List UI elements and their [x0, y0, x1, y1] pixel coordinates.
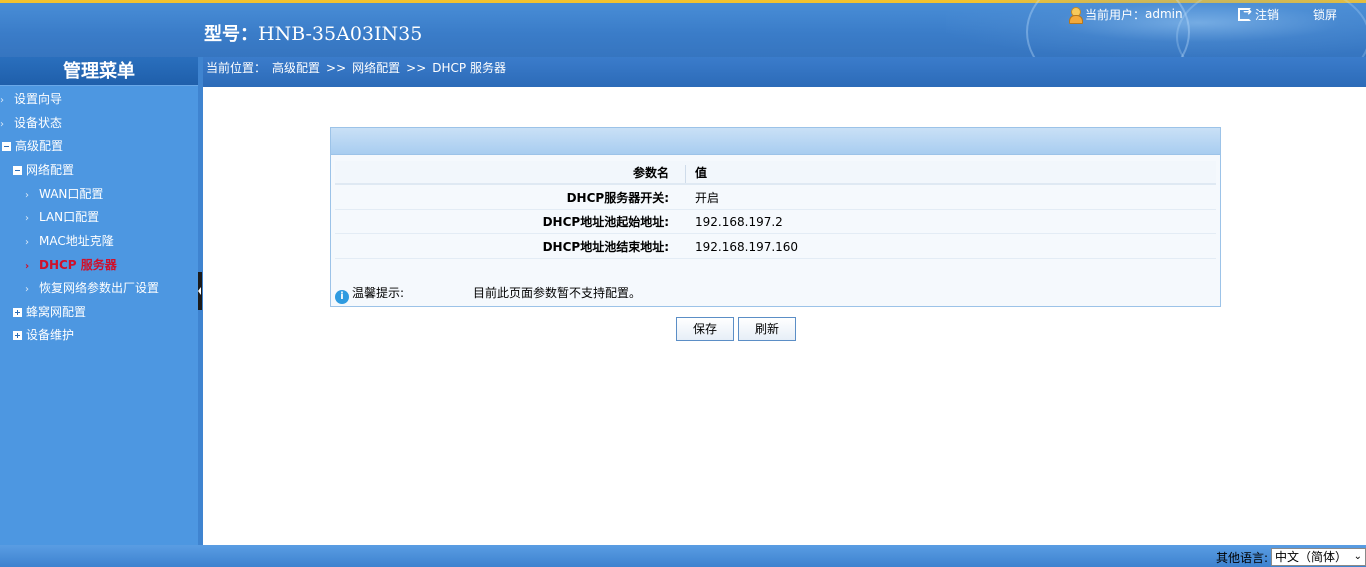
model-label: 型号： — [204, 24, 258, 45]
sidebar-item-label: MAC地址克隆 — [39, 234, 114, 248]
chevron-right-icon: › — [0, 119, 4, 130]
tip-row: i 温馨提示: 目前此页面参数暂不支持配置。 — [335, 285, 641, 304]
sidebar-item-label: 蜂窝网配置 — [26, 305, 87, 319]
lock-screen-label: 锁屏 — [1313, 7, 1338, 22]
current-user: 当前用户： admin — [1068, 5, 1183, 24]
table-row: DHCP地址池结束地址: 192.168.197.160 — [335, 235, 1216, 259]
sidebar-item-label: 恢复网络参数出厂设置 — [39, 281, 160, 295]
sidebar-item-lan-config[interactable]: › LAN口配置 — [25, 208, 99, 226]
breadcrumb-separator: >> — [406, 61, 427, 75]
lock-screen-link[interactable]: 锁屏 — [1313, 5, 1337, 23]
table-row: DHCP服务器开关: 开启 — [335, 186, 1216, 210]
logout-link[interactable]: 注销 — [1238, 5, 1279, 23]
current-username: admin — [1145, 7, 1183, 21]
panel-header — [331, 128, 1220, 155]
save-button[interactable]: 保存 — [676, 317, 734, 341]
refresh-button[interactable]: 刷新 — [738, 317, 796, 341]
breadcrumb-level2: 网络配置 — [352, 61, 401, 75]
sidebar-item-label: 设备维护 — [26, 328, 75, 342]
column-divider — [685, 165, 686, 183]
collapse-icon — [13, 166, 22, 175]
param-name: DHCP地址池结束地址: — [542, 240, 669, 254]
table-row: DHCP地址池起始地址: 192.168.197.2 — [335, 210, 1216, 234]
header-bar: 型号：HNB-35A03IN35 当前用户：admin 注销 锁屏 — [0, 0, 1366, 57]
sidebar-item-label: 高级配置 — [15, 139, 64, 153]
sidebar-item-network-config[interactable]: 网络配置 — [13, 161, 74, 179]
breadcrumb-separator: >> — [326, 61, 347, 75]
sidebar-item-cellular-config[interactable]: 蜂窝网配置 — [13, 303, 86, 321]
sidebar-item-mac-clone[interactable]: › MAC地址克隆 — [25, 232, 114, 250]
breadcrumb: 当前位置： 高级配置 >> 网络配置 >> DHCP 服务器 — [203, 57, 1366, 87]
chevron-right-icon: › — [25, 284, 29, 295]
language-label: 其他语言: — [1216, 551, 1269, 565]
sidebar-item-label: LAN口配置 — [39, 210, 100, 224]
expand-icon — [13, 331, 22, 340]
current-user-prefix: 当前用户： — [1085, 7, 1146, 22]
user-icon — [1068, 6, 1083, 24]
breadcrumb-prefix: 当前位置： — [206, 61, 267, 75]
footer-bar: 其他语言: 中文（简体） ⌄ — [0, 545, 1366, 567]
tip-label: 温馨提示: — [352, 286, 405, 300]
param-value: 192.168.197.160 — [695, 240, 799, 254]
sidebar-item-dhcp-server[interactable]: › DHCP 服务器 — [25, 256, 117, 274]
menu-title: 管理菜单 — [0, 57, 198, 86]
sidebar-item-setup-wizard[interactable]: › 设置向导 — [0, 90, 62, 108]
sidebar-item-wan-config[interactable]: › WAN口配置 — [25, 185, 103, 203]
sidebar-collapse-handle[interactable] — [198, 272, 202, 310]
info-icon: i — [335, 290, 349, 304]
sidebar-item-advanced-config[interactable]: 高级配置 — [2, 137, 63, 155]
chevron-right-icon: › — [25, 261, 30, 272]
collapse-icon — [2, 142, 11, 151]
param-name: DHCP地址池起始地址: — [542, 215, 669, 229]
table-header-row: 参数名 值 — [335, 161, 1216, 185]
column-header-value: 值 — [695, 166, 708, 180]
language-select[interactable]: 中文（简体） ⌄ — [1271, 548, 1366, 566]
param-value: 192.168.197.2 — [695, 215, 783, 229]
model-value: HNB-35A03IN35 — [258, 23, 423, 45]
sidebar-item-label: DHCP 服务器 — [39, 258, 117, 272]
param-name: DHCP服务器开关: — [566, 191, 669, 205]
sidebar-item-device-maintenance[interactable]: 设备维护 — [13, 326, 74, 344]
main-content: 参数名 值 DHCP服务器开关: 开启 DHCP地址池起始地址: 192.168… — [203, 87, 1366, 545]
chevron-right-icon: › — [25, 190, 29, 201]
logout-icon — [1238, 5, 1252, 21]
expand-icon — [13, 308, 22, 317]
dhcp-settings-panel: 参数名 值 DHCP服务器开关: 开启 DHCP地址池起始地址: 192.168… — [330, 127, 1221, 307]
column-header-param: 参数名 — [632, 166, 669, 180]
param-value: 开启 — [695, 191, 720, 205]
chevron-right-icon: › — [0, 95, 4, 106]
sidebar-item-label: WAN口配置 — [39, 187, 104, 201]
language-selected-value: 中文（简体） — [1275, 550, 1348, 564]
chevron-down-icon: ⌄ — [1353, 551, 1362, 562]
tip-text: 目前此页面参数暂不支持配置。 — [473, 286, 642, 300]
breadcrumb-level3: DHCP 服务器 — [432, 61, 506, 75]
sidebar-item-label: 设备状态 — [14, 116, 63, 130]
logout-label: 注销 — [1255, 7, 1280, 22]
chevron-right-icon: › — [25, 237, 29, 248]
sidebar-item-label: 网络配置 — [26, 163, 75, 177]
sidebar-item-label: 设置向导 — [14, 92, 63, 106]
sidebar-item-restore-network-defaults[interactable]: › 恢复网络参数出厂设置 — [25, 279, 159, 297]
chevron-right-icon: › — [25, 213, 29, 224]
breadcrumb-level1: 高级配置 — [272, 61, 321, 75]
sidebar-item-device-status[interactable]: › 设备状态 — [0, 114, 62, 132]
device-model: 型号：HNB-35A03IN35 — [204, 20, 422, 46]
